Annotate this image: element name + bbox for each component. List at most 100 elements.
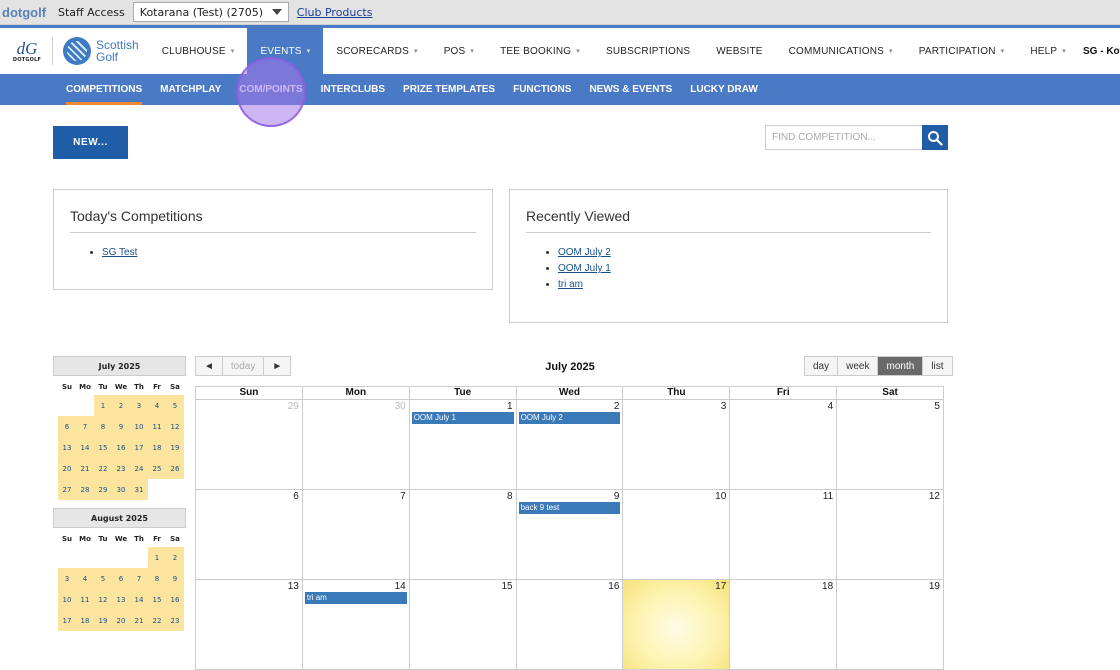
mini-calendar-day[interactable]: 9 <box>166 568 184 589</box>
scottish-golf-logo[interactable]: Scottish Golf <box>63 37 139 65</box>
mini-calendar-day[interactable]: 3 <box>58 568 76 589</box>
mini-calendar-day[interactable]: 22 <box>94 458 112 479</box>
nav-item-participation[interactable]: PARTICIPATION ▾ <box>906 28 1018 74</box>
mini-calendar-day[interactable]: 12 <box>94 589 112 610</box>
calendar-day[interactable]: 2 OOM July 2 <box>516 400 624 490</box>
mini-calendar-day[interactable]: 1 <box>148 547 166 568</box>
nav-item-scorecards[interactable]: SCORECARDS ▾ <box>323 28 430 74</box>
mini-calendar-day[interactable]: 1 <box>94 395 112 416</box>
calendar-day[interactable]: 5 <box>837 400 944 490</box>
mini-calendar-day[interactable]: 29 <box>94 479 112 500</box>
mini-calendar-day[interactable]: 4 <box>148 395 166 416</box>
mini-calendar-day[interactable]: 10 <box>130 416 148 437</box>
mini-calendar-day[interactable]: 31 <box>130 479 148 500</box>
mini-calendar-day[interactable]: 20 <box>58 458 76 479</box>
mini-calendar-day[interactable]: 19 <box>166 437 184 458</box>
calendar-day[interactable]: 18 <box>730 580 838 670</box>
mini-calendar-day[interactable]: 13 <box>112 589 130 610</box>
user-label[interactable]: SG - Kotarana ( <box>1083 46 1120 57</box>
calendar-event[interactable]: back 9 test <box>518 502 621 514</box>
mini-calendar-day[interactable]: 15 <box>148 589 166 610</box>
mini-calendar-day[interactable]: 20 <box>112 610 130 631</box>
mini-calendar-day[interactable]: 6 <box>112 568 130 589</box>
mini-calendar-day[interactable]: 15 <box>94 437 112 458</box>
calendar-day[interactable]: 14 tri am <box>302 580 410 670</box>
mini-calendar-day[interactable]: 14 <box>76 437 94 458</box>
mini-calendar-day[interactable]: 23 <box>112 458 130 479</box>
view-month-button[interactable]: month <box>878 357 924 375</box>
competition-link[interactable]: OOM July 2 <box>558 247 611 258</box>
mini-calendar-day[interactable]: 10 <box>58 589 76 610</box>
mini-calendar-day[interactable]: 11 <box>148 416 166 437</box>
calendar-day[interactable]: 29 <box>196 400 303 490</box>
mini-calendar-day[interactable]: 8 <box>94 416 112 437</box>
competition-link[interactable]: tri am <box>558 279 583 290</box>
calendar-day[interactable]: 9 back 9 test <box>516 490 624 580</box>
mini-calendar-day[interactable]: 21 <box>76 458 94 479</box>
nav-item-website[interactable]: WEBSITE <box>703 28 775 74</box>
subnav-item-lucky-draw[interactable]: LUCKY DRAW <box>681 74 767 105</box>
calendar-event[interactable]: OOM July 1 <box>411 412 514 424</box>
subnav-item-com-points[interactable]: COM/POINTS <box>230 74 311 105</box>
next-month-button[interactable]: ► <box>264 357 291 375</box>
mini-calendar-day[interactable]: 19 <box>94 610 112 631</box>
mini-calendar-day[interactable]: 12 <box>166 416 184 437</box>
club-products-link[interactable]: Club Products <box>297 6 373 19</box>
competition-link[interactable]: OOM July 1 <box>558 263 611 274</box>
calendar-day[interactable]: 11 <box>730 490 838 580</box>
calendar-day[interactable]: 19 <box>837 580 944 670</box>
mini-calendar-day[interactable]: 6 <box>58 416 76 437</box>
calendar-day[interactable]: 6 <box>196 490 303 580</box>
mini-calendar-day[interactable]: 5 <box>166 395 184 416</box>
calendar-day[interactable]: 15 <box>409 580 517 670</box>
subnav-item-interclubs[interactable]: INTERCLUBS <box>312 74 394 105</box>
view-list-button[interactable]: list <box>923 357 952 375</box>
nav-item-events[interactable]: EVENTS ▾ <box>247 28 324 74</box>
nav-item-subscriptions[interactable]: SUBSCRIPTIONS <box>593 28 703 74</box>
nav-item-pos[interactable]: POS ▾ <box>431 28 487 74</box>
mini-calendar-day[interactable]: 30 <box>112 479 130 500</box>
mini-calendar-day[interactable]: 14 <box>130 589 148 610</box>
mini-calendar-day[interactable]: 23 <box>166 610 184 631</box>
mini-calendar-day[interactable]: 9 <box>112 416 130 437</box>
calendar-day[interactable]: 10 <box>623 490 731 580</box>
calendar-day[interactable]: 7 <box>302 490 410 580</box>
mini-calendar-day[interactable]: 22 <box>148 610 166 631</box>
subnav-item-functions[interactable]: FUNCTIONS <box>504 74 580 105</box>
mini-calendar-day[interactable]: 27 <box>58 479 76 500</box>
mini-calendar-day[interactable]: 21 <box>130 610 148 631</box>
find-competition-input[interactable]: FIND COMPETITION... <box>765 125 923 150</box>
calendar-event[interactable]: OOM July 2 <box>518 412 621 424</box>
mini-calendar-day[interactable]: 4 <box>76 568 94 589</box>
calendar-day[interactable]: 8 <box>409 490 517 580</box>
nav-item-tee-booking[interactable]: TEE BOOKING ▾ <box>487 28 593 74</box>
competition-link[interactable]: SG Test <box>102 247 137 258</box>
dotgolf-mark-logo[interactable]: dG DOTGOLF <box>13 36 41 66</box>
mini-calendar-day[interactable]: 24 <box>130 458 148 479</box>
nav-item-communications[interactable]: COMMUNICATIONS ▾ <box>776 28 906 74</box>
view-day-button[interactable]: day <box>805 357 839 375</box>
subnav-item-matchplay[interactable]: MATCHPLAY <box>151 74 230 105</box>
view-week-button[interactable]: week <box>838 357 879 375</box>
calendar-event[interactable]: tri am <box>304 592 407 604</box>
subnav-item-news-events[interactable]: NEWS & EVENTS <box>580 74 681 105</box>
mini-calendar-day[interactable]: 16 <box>112 437 130 458</box>
calendar-day-today[interactable]: 17 <box>623 580 731 670</box>
subnav-item-prize-templates[interactable]: PRIZE TEMPLATES <box>394 74 504 105</box>
prev-month-button[interactable]: ◄ <box>196 357 223 375</box>
mini-calendar-day[interactable]: 25 <box>148 458 166 479</box>
mini-calendar-day[interactable]: 17 <box>58 610 76 631</box>
mini-calendar-day[interactable]: 11 <box>76 589 94 610</box>
today-button[interactable]: today <box>222 357 265 375</box>
mini-calendar-day[interactable]: 26 <box>166 458 184 479</box>
mini-calendar-day[interactable]: 2 <box>166 547 184 568</box>
calendar-day[interactable]: 1 OOM July 1 <box>409 400 517 490</box>
mini-calendar-day[interactable]: 3 <box>130 395 148 416</box>
dotgolf-logo[interactable]: dotgolf <box>2 1 48 23</box>
calendar-day[interactable]: 30 <box>302 400 410 490</box>
new-competition-button[interactable]: NEW... <box>53 126 128 159</box>
mini-calendar-day[interactable]: 8 <box>148 568 166 589</box>
calendar-day[interactable]: 12 <box>837 490 944 580</box>
calendar-day[interactable]: 13 <box>196 580 303 670</box>
mini-calendar-day[interactable]: 17 <box>130 437 148 458</box>
